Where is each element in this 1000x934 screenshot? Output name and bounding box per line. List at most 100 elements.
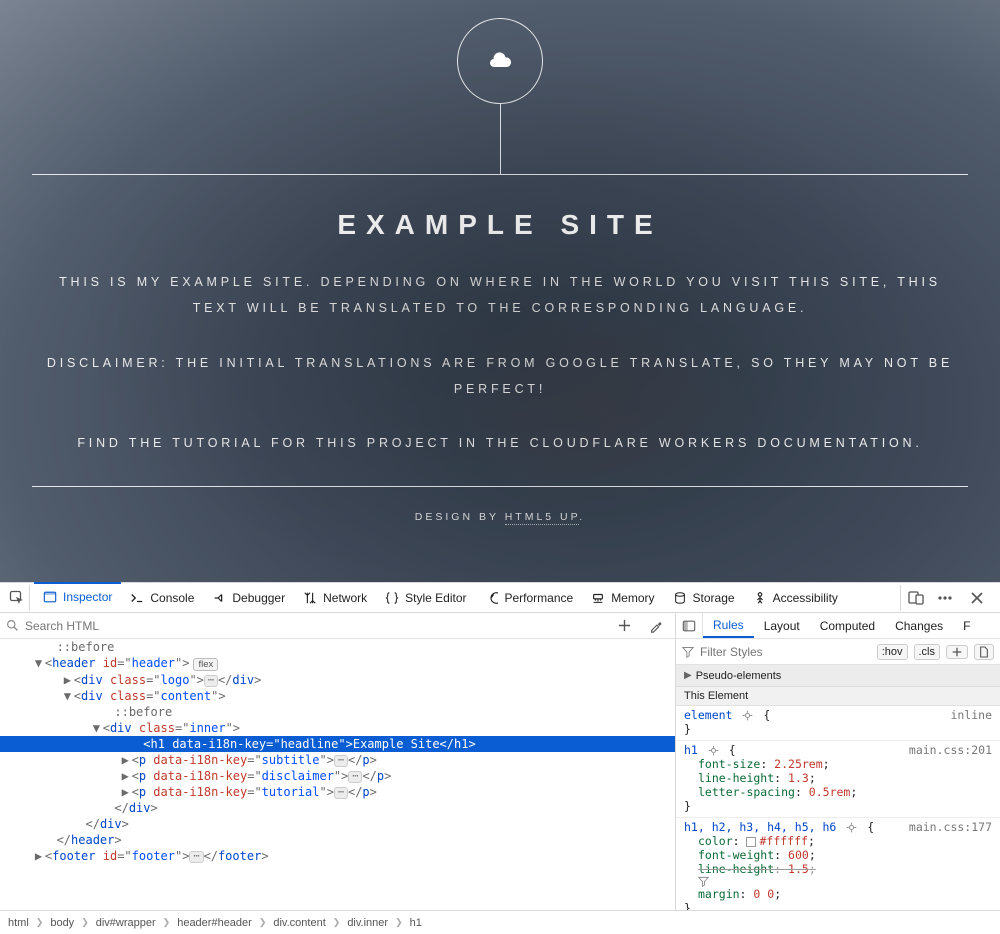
breadcrumb-item[interactable]: header#header bbox=[177, 917, 252, 929]
tab-label: Memory bbox=[611, 591, 654, 605]
selector-target-icon bbox=[846, 822, 857, 833]
design-by: Design by HTML5 UP. bbox=[0, 511, 1000, 523]
tab-style-editor[interactable]: Style Editor bbox=[376, 583, 475, 613]
tab-network[interactable]: Network bbox=[294, 583, 376, 613]
selector-target-icon bbox=[742, 710, 753, 721]
breadcrumb-item[interactable]: h1 bbox=[410, 917, 422, 929]
rules-tab-layout[interactable]: Layout bbox=[754, 613, 810, 638]
rules-panel: :hov .cls ▶ Pseudo-elements This Element… bbox=[676, 639, 1000, 910]
tab-label: Storage bbox=[693, 591, 735, 605]
tab-label: Console bbox=[150, 591, 194, 605]
html-search-row bbox=[0, 613, 676, 639]
add-rule-button[interactable] bbox=[946, 645, 968, 659]
tab-storage[interactable]: Storage bbox=[664, 583, 744, 613]
html-tree-line[interactable]: ::before bbox=[0, 639, 675, 655]
tab-inspector[interactable]: Inspector bbox=[34, 582, 121, 612]
accessibility-icon bbox=[753, 591, 767, 605]
tab-debugger[interactable]: Debugger bbox=[203, 583, 294, 613]
devtools-panel: Inspector Console Debugger Network Style Edi… bbox=[0, 582, 1000, 934]
collapsed-dots[interactable]: ⋯ bbox=[204, 675, 218, 687]
responsive-mode-button[interactable] bbox=[900, 585, 926, 611]
pseudo-elements-header[interactable]: ▶ Pseudo-elements bbox=[676, 665, 1000, 687]
rule-block[interactable]: main.css:201h1 {font-size: 2.25rem;line-… bbox=[676, 741, 1000, 818]
rule-source[interactable]: main.css:201 bbox=[909, 743, 992, 757]
rules-filter-input[interactable] bbox=[700, 645, 871, 659]
rules-tab-overflow[interactable]: F bbox=[953, 613, 980, 638]
html-tree-line[interactable]: </div> bbox=[0, 816, 675, 832]
kebab-icon bbox=[937, 590, 953, 606]
light-mode-button[interactable] bbox=[974, 644, 994, 660]
rule-blocks: inlineelement {}main.css:201h1 {font-siz… bbox=[676, 706, 1000, 910]
style-editor-icon bbox=[385, 591, 399, 605]
more-tools-button[interactable] bbox=[932, 585, 958, 611]
tab-accessibility[interactable]: Accessibility bbox=[744, 583, 847, 613]
html-tree-line[interactable]: ▼<header id="header">flex bbox=[0, 655, 675, 672]
sidebar-left-icon[interactable] bbox=[682, 619, 696, 633]
logo-circle bbox=[457, 18, 543, 104]
chevron-right-icon: ❯ bbox=[256, 917, 270, 928]
html-tree-line[interactable]: ▶<p data-i18n-key="disclaimer">⋯</p> bbox=[0, 768, 675, 784]
html-tree-line[interactable]: ▶<p data-i18n-key="subtitle">⋯</p> bbox=[0, 752, 675, 768]
element-picker-button[interactable] bbox=[4, 585, 30, 611]
breadcrumb-item[interactable]: div#wrapper bbox=[96, 917, 156, 929]
breadcrumb[interactable]: html❯body❯div#wrapper❯header#header❯div.… bbox=[0, 910, 1000, 934]
rule-block[interactable]: inlineelement {} bbox=[676, 706, 1000, 741]
memory-icon bbox=[591, 591, 605, 605]
rules-tab-changes[interactable]: Changes bbox=[885, 613, 953, 638]
rule-source[interactable]: inline bbox=[950, 708, 992, 722]
rule-block[interactable]: main.css:177h1, h2, h3, h4, h5, h6 {colo… bbox=[676, 818, 1000, 910]
html-tree-line-selected[interactable]: <h1 data-i18n-key="headline">Example Sit… bbox=[0, 736, 675, 752]
breadcrumb-item[interactable]: body bbox=[50, 917, 74, 929]
html-tree-line[interactable]: ▶<div class="logo">⋯</div> bbox=[0, 672, 675, 688]
tab-label: Performance bbox=[504, 591, 573, 605]
collapsed-dots[interactable]: ⋯ bbox=[189, 851, 203, 863]
html-tree-line[interactable]: ▶<footer id="footer">⋯</footer> bbox=[0, 848, 675, 864]
add-node-button[interactable] bbox=[611, 613, 637, 639]
filter-icon bbox=[682, 646, 694, 658]
console-icon bbox=[130, 591, 144, 605]
collapsed-dots[interactable]: ⋯ bbox=[334, 787, 348, 799]
rules-tab-computed[interactable]: Computed bbox=[810, 613, 885, 638]
breadcrumb-item[interactable]: div.content bbox=[273, 917, 325, 929]
headline: Example Site bbox=[40, 209, 960, 241]
tab-console[interactable]: Console bbox=[121, 583, 203, 613]
inspector-icon bbox=[43, 590, 57, 604]
filter-icon[interactable] bbox=[698, 876, 992, 887]
close-devtools-button[interactable] bbox=[964, 585, 990, 611]
rules-tab-rules[interactable]: Rules bbox=[703, 613, 754, 638]
network-icon bbox=[303, 591, 317, 605]
design-by-link[interactable]: HTML5 UP bbox=[505, 511, 580, 525]
chevron-right-icon: ❯ bbox=[392, 917, 406, 928]
html-tree-line[interactable]: </div> bbox=[0, 800, 675, 816]
eyedropper-button[interactable] bbox=[643, 613, 669, 639]
rules-tabs: Rules Layout Computed Changes F bbox=[676, 613, 1000, 639]
tab-performance[interactable]: Performance bbox=[475, 583, 582, 613]
disclaimer: Disclaimer: the initial translations are… bbox=[40, 350, 960, 403]
tab-label: Style Editor bbox=[405, 591, 466, 605]
breadcrumb-item[interactable]: div.inner bbox=[347, 917, 388, 929]
plus-icon bbox=[952, 647, 962, 657]
html-tree-line[interactable]: </header> bbox=[0, 832, 675, 848]
hov-toggle[interactable]: :hov bbox=[877, 644, 908, 660]
document-icon bbox=[979, 646, 989, 658]
html-tree-line[interactable]: ▶<p data-i18n-key="tutorial">⋯</p> bbox=[0, 784, 675, 800]
tab-memory[interactable]: Memory bbox=[582, 583, 663, 613]
devtools-toolbar: Inspector Console Debugger Network Style Edi… bbox=[0, 583, 1000, 613]
flex-badge[interactable]: flex bbox=[193, 658, 218, 671]
collapsed-dots[interactable]: ⋯ bbox=[348, 771, 362, 783]
logo-section bbox=[0, 0, 1000, 174]
devtools-body: ::before ▼<header id="header">flex ▶<div… bbox=[0, 639, 1000, 910]
selector-target-icon bbox=[708, 745, 719, 756]
html-tree-line[interactable]: ▼<div class="content"> bbox=[0, 688, 675, 704]
html-tree-line[interactable]: ▼<div class="inner"> bbox=[0, 720, 675, 736]
collapsed-dots[interactable]: ⋯ bbox=[334, 755, 348, 767]
rule-source[interactable]: main.css:177 bbox=[909, 820, 992, 834]
cls-toggle[interactable]: .cls bbox=[914, 644, 941, 660]
tab-label: Debugger bbox=[232, 591, 285, 605]
html-tree[interactable]: ::before ▼<header id="header">flex ▶<div… bbox=[0, 639, 676, 910]
storage-icon bbox=[673, 591, 687, 605]
devices-icon bbox=[908, 590, 924, 606]
html-tree-line[interactable]: ::before bbox=[0, 704, 675, 720]
breadcrumb-item[interactable]: html bbox=[8, 917, 29, 929]
html-search-input[interactable] bbox=[25, 619, 605, 633]
